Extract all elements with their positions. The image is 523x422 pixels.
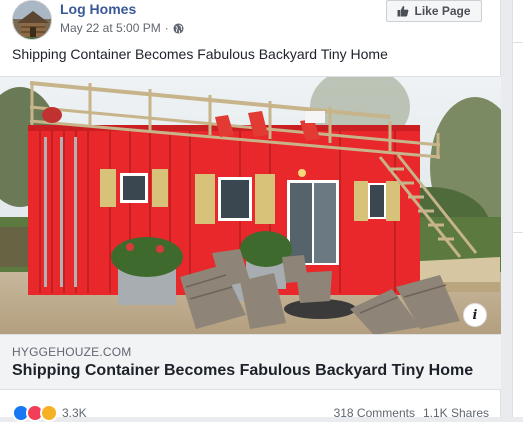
page-avatar[interactable]	[12, 0, 52, 40]
globe-icon[interactable]	[173, 22, 184, 34]
post-meta: May 22 at 5:00 PM ·	[60, 21, 184, 35]
right-column-edge	[512, 0, 523, 417]
thumbs-up-icon	[397, 5, 409, 17]
post-stats: 3.3K 318 Comments 1.1K Shares	[0, 400, 501, 422]
page-name-link[interactable]: Log Homes	[60, 1, 136, 17]
post-card: Log Homes May 22 at 5:00 PM · Like Page …	[0, 0, 501, 422]
right-panel-divider	[513, 232, 523, 233]
info-button[interactable]: i	[463, 303, 487, 327]
link-domain: HYGGEHOUZE.COM	[12, 345, 132, 359]
post-header: Log Homes May 22 at 5:00 PM · Like Page	[12, 0, 492, 40]
engagement-counts: 318 Comments 1.1K Shares	[334, 406, 489, 420]
shares-count[interactable]: 1.1K Shares	[423, 406, 489, 420]
post-timestamp[interactable]: May 22 at 5:00 PM	[60, 21, 161, 35]
link-title[interactable]: Shipping Container Becomes Fabulous Back…	[12, 362, 473, 380]
comments-count[interactable]: 318 Comments	[334, 406, 415, 420]
meta-separator: ·	[164, 21, 169, 35]
wow-reaction-icon	[40, 404, 58, 422]
right-panel-divider	[513, 42, 523, 43]
like-page-label: Like Page	[414, 4, 471, 18]
post-text: Shipping Container Becomes Fabulous Back…	[12, 46, 388, 62]
reactions-summary[interactable]: 3.3K	[12, 404, 87, 422]
like-page-button[interactable]: Like Page	[386, 0, 482, 22]
post-image[interactable]: i	[0, 76, 501, 334]
link-preview[interactable]: HYGGEHOUZE.COM Shipping Container Become…	[0, 334, 501, 390]
container-home-photo	[0, 77, 501, 334]
reaction-count: 3.3K	[62, 406, 87, 420]
